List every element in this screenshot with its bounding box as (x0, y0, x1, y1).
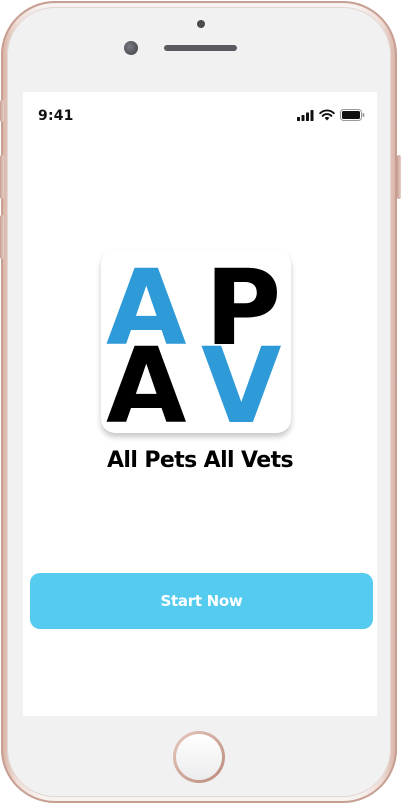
logo-letter-v: V (201, 325, 282, 433)
status-bar: 9:41 (23, 92, 377, 138)
start-now-button[interactable]: Start Now (30, 573, 373, 629)
status-time: 9:41 (38, 108, 74, 124)
power-button (397, 155, 401, 199)
front-camera (124, 41, 138, 55)
volume-down-button (0, 215, 4, 259)
app-logo: A P A V (101, 250, 291, 433)
app-name: All Pets All Vets (106, 448, 294, 473)
volume-up-button (0, 155, 4, 199)
earpiece-speaker (164, 45, 237, 51)
home-button-face (176, 734, 222, 780)
screen: 9:41 A P A V All Pets All Vets Start Now (23, 92, 377, 716)
mute-switch (0, 100, 4, 122)
wifi-icon (319, 109, 335, 121)
logo-letter-a-bottom: A (106, 325, 187, 433)
battery-icon (340, 109, 365, 121)
signal-icon (297, 109, 314, 121)
status-icons (297, 108, 365, 122)
home-button[interactable] (173, 731, 225, 783)
proximity-sensor (197, 20, 205, 28)
